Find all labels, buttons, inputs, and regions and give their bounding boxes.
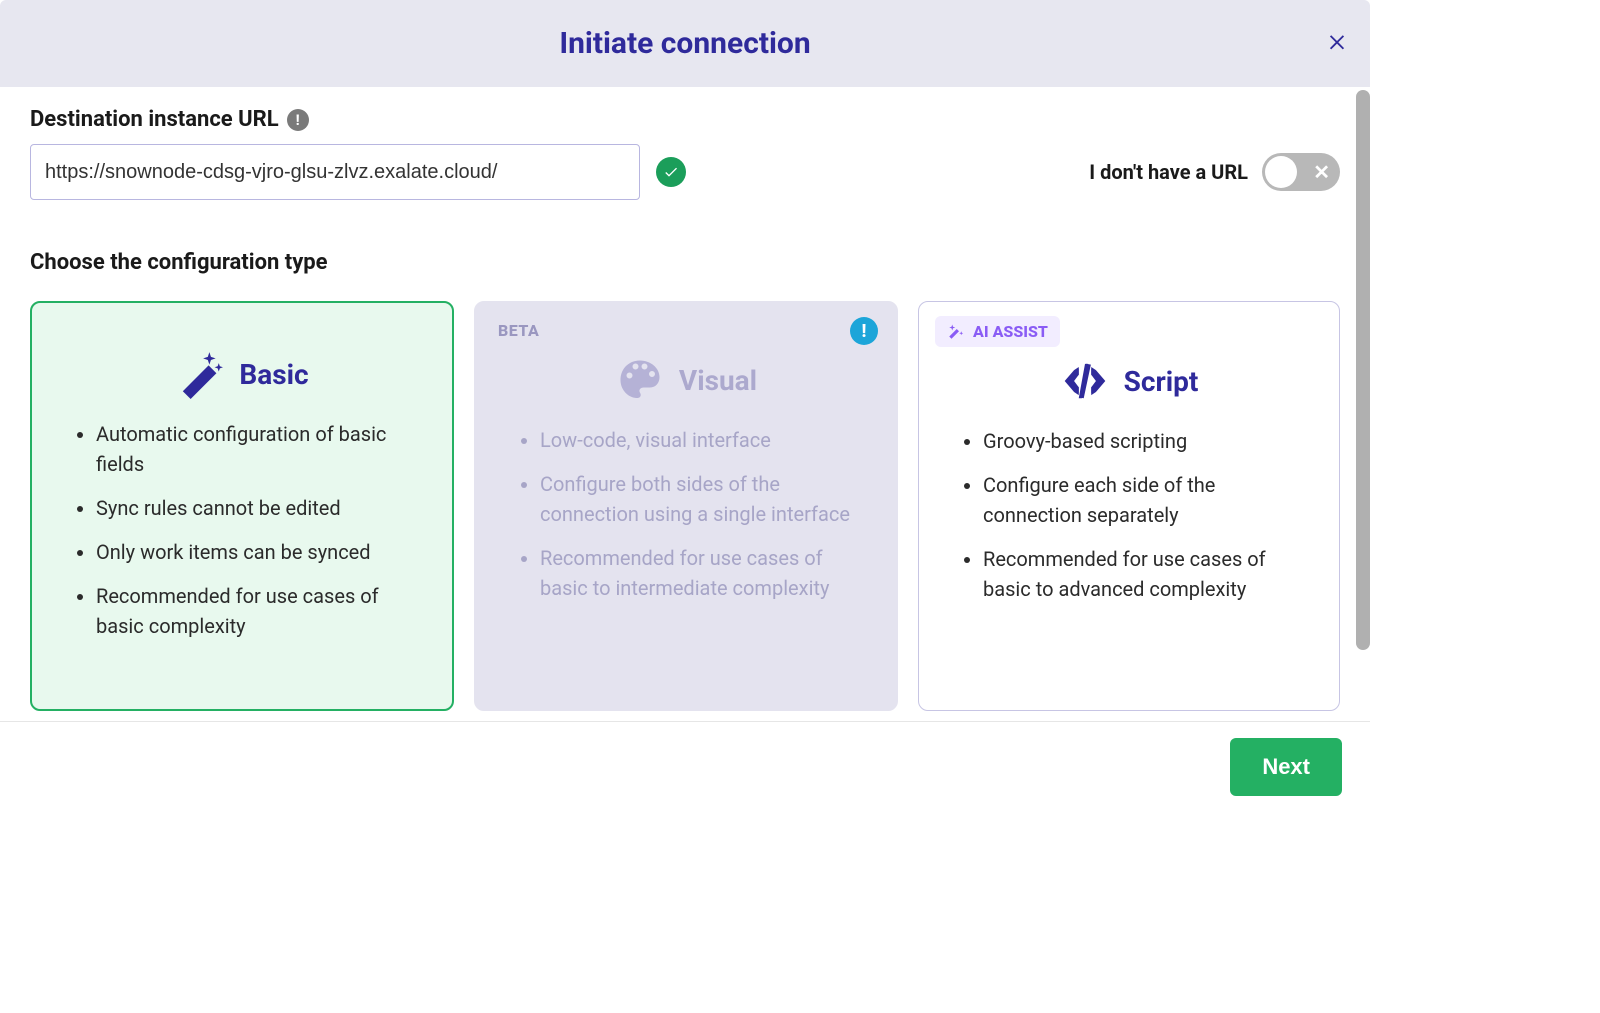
list-item: Low-code, visual interface: [540, 425, 874, 455]
toggle-off-x-icon: ✕: [1313, 160, 1330, 184]
config-card-visual[interactable]: BETA ! Visual Low-code, visual interface…: [474, 301, 898, 711]
destination-url-label: Destination instance URL !: [30, 107, 1340, 132]
config-type-heading: Choose the configuration type: [30, 250, 1340, 275]
modal-footer: Next: [0, 721, 1370, 824]
config-card-basic[interactable]: Basic Automatic configuration of basic f…: [30, 301, 454, 711]
destination-url-label-text: Destination instance URL: [30, 107, 279, 132]
valid-url-check-icon: [656, 157, 686, 187]
ai-assist-badge: AI ASSIST: [935, 316, 1060, 347]
config-card-script[interactable]: AI ASSIST Script Groovy-based scripting …: [918, 301, 1340, 711]
toggle-knob: [1265, 156, 1297, 188]
next-button[interactable]: Next: [1230, 738, 1342, 796]
destination-url-input[interactable]: [30, 144, 640, 200]
list-item: Only work items can be synced: [96, 537, 430, 567]
beta-info-icon[interactable]: !: [850, 317, 878, 345]
no-url-group: I don't have a URL ✕: [1089, 153, 1340, 191]
config-cards-row: Basic Automatic configuration of basic f…: [30, 301, 1340, 711]
palette-icon: [615, 355, 665, 405]
no-url-toggle[interactable]: ✕: [1262, 153, 1340, 191]
list-item: Groovy-based scripting: [983, 426, 1317, 456]
sparkle-wand-icon: [947, 323, 965, 341]
list-item: Recommended for use cases of basic compl…: [96, 581, 430, 641]
modal-header: Initiate connection: [0, 0, 1370, 87]
list-item: Configure both sides of the connection u…: [540, 469, 874, 529]
no-url-label: I don't have a URL: [1089, 160, 1248, 184]
beta-badge: BETA: [498, 321, 539, 340]
ai-assist-label: AI ASSIST: [973, 322, 1048, 341]
card-visual-header: Visual: [498, 355, 874, 405]
card-basic-title: Basic: [239, 358, 308, 391]
modal-title: Initiate connection: [559, 26, 810, 61]
list-item: Configure each side of the connection se…: [983, 470, 1317, 530]
modal-body: Destination instance URL ! I don't have …: [0, 87, 1370, 721]
card-script-title: Script: [1124, 365, 1199, 398]
card-basic-header: Basic: [54, 349, 430, 399]
info-icon[interactable]: !: [287, 109, 309, 131]
list-item: Automatic configuration of basic fields: [96, 419, 430, 479]
initiate-connection-modal: Initiate connection Destination instance…: [0, 0, 1370, 824]
close-icon[interactable]: [1326, 30, 1348, 58]
destination-url-row: I don't have a URL ✕: [30, 144, 1340, 200]
magic-wand-icon: [175, 349, 225, 399]
code-icon: [1060, 356, 1110, 406]
card-basic-bullets: Automatic configuration of basic fields …: [54, 419, 430, 641]
list-item: Recommended for use cases of basic to ad…: [983, 544, 1317, 604]
list-item: Sync rules cannot be edited: [96, 493, 430, 523]
list-item: Recommended for use cases of basic to in…: [540, 543, 874, 603]
card-script-bullets: Groovy-based scripting Configure each si…: [941, 426, 1317, 604]
card-visual-bullets: Low-code, visual interface Configure bot…: [498, 425, 874, 603]
card-script-header: Script: [941, 356, 1317, 406]
card-visual-title: Visual: [679, 364, 757, 397]
